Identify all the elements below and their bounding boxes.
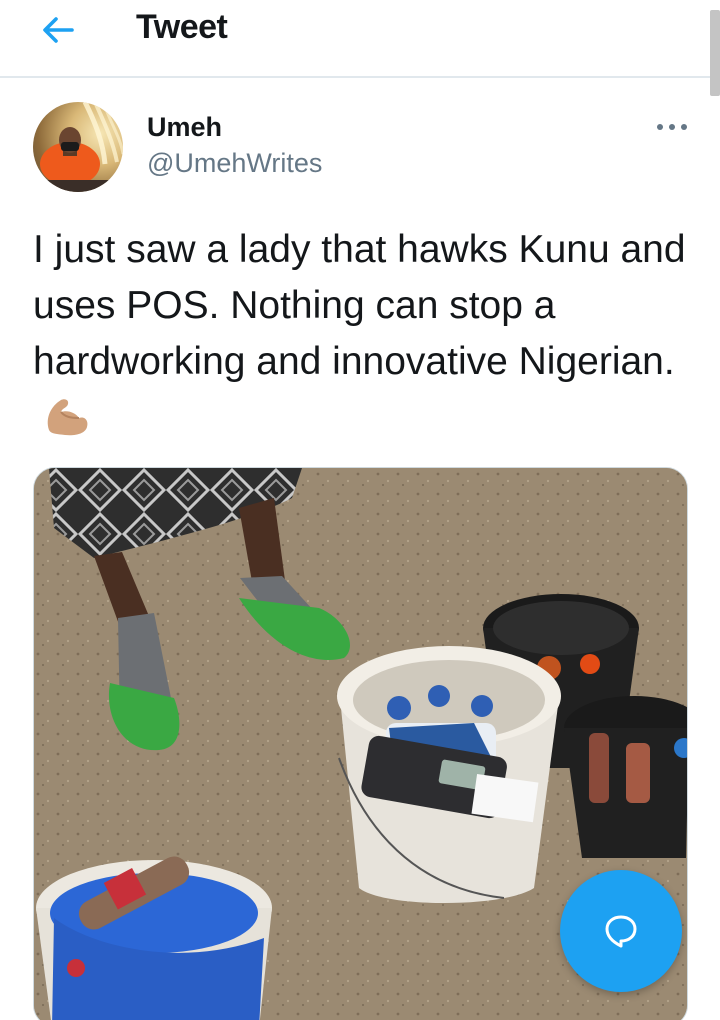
- reply-fab-button[interactable]: [560, 870, 682, 992]
- tweet-text: I just saw a lady that hawks Kunu and us…: [33, 222, 693, 456]
- tweet-detail-screen: Tweet Umeh @UmehWrites I just saw a lady…: [0, 0, 720, 1020]
- top-app-bar: Tweet: [0, 0, 720, 96]
- flexed-biceps-emoji: [41, 390, 91, 456]
- arrow-left-icon: [43, 17, 74, 43]
- more-horizontal-icon: [657, 124, 687, 130]
- more-options-button[interactable]: [652, 112, 692, 142]
- tweet-body: I just saw a lady that hawks Kunu and us…: [33, 228, 686, 383]
- scrollbar[interactable]: [710, 10, 720, 96]
- avatar-photo: [33, 102, 123, 192]
- author-handle[interactable]: @UmehWrites: [147, 148, 322, 179]
- back-button[interactable]: [36, 12, 80, 48]
- reply-bubble-icon: [605, 915, 637, 948]
- avatar[interactable]: [33, 102, 123, 192]
- author-name[interactable]: Umeh: [147, 112, 222, 143]
- page-title: Tweet: [136, 8, 228, 46]
